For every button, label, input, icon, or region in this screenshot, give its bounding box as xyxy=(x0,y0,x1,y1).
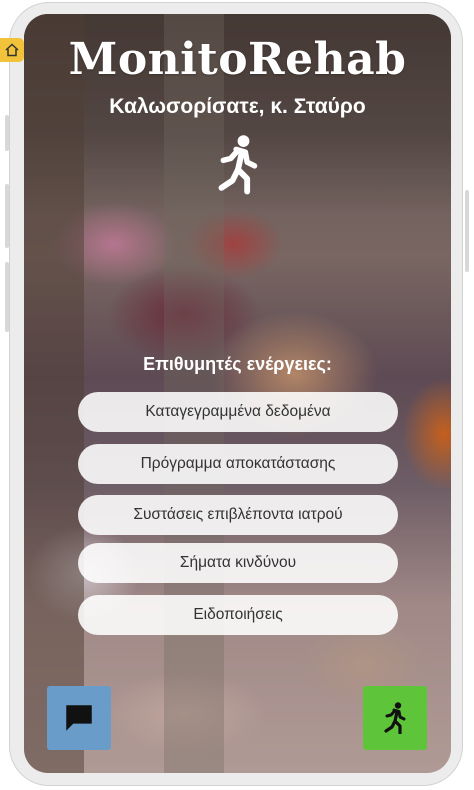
activity-button[interactable] xyxy=(363,686,427,750)
home-button[interactable] xyxy=(0,38,24,62)
danger-signals-button[interactable]: Σήματα κινδύνου xyxy=(78,543,398,583)
home-icon xyxy=(5,43,19,57)
button-label: Ειδοποιήσεις xyxy=(193,606,283,623)
button-label: Συστάσεις επιβλέποντα ιατρού xyxy=(133,506,343,523)
button-label: Πρόγραμμα αποκατάστασης xyxy=(140,455,336,472)
button-label: Σήματα κινδύνου xyxy=(179,554,297,571)
walking-person-icon xyxy=(218,135,258,195)
rehab-program-button[interactable]: Πρόγραμμα αποκατάστασης xyxy=(78,444,398,484)
power-button xyxy=(465,190,469,272)
app-title: MonitoRehab xyxy=(68,34,407,85)
chat-button[interactable] xyxy=(47,686,111,750)
notifications-button[interactable]: Ειδοποιήσεις xyxy=(78,595,398,635)
walking-person-icon xyxy=(384,702,406,734)
doctor-recommendations-button[interactable]: Συστάσεις επιβλέποντα ιατρού xyxy=(78,495,398,535)
actions-heading: Επιθυμητές ενέργειες: xyxy=(143,354,332,374)
button-label: Καταγεγραμμένα δεδομένα xyxy=(145,403,331,420)
chat-icon xyxy=(66,705,92,731)
welcome-message: Καλωσορίσατε, κ. Σταύρο xyxy=(109,95,366,118)
recorded-data-button[interactable]: Καταγεγραμμένα δεδομένα xyxy=(78,392,398,432)
